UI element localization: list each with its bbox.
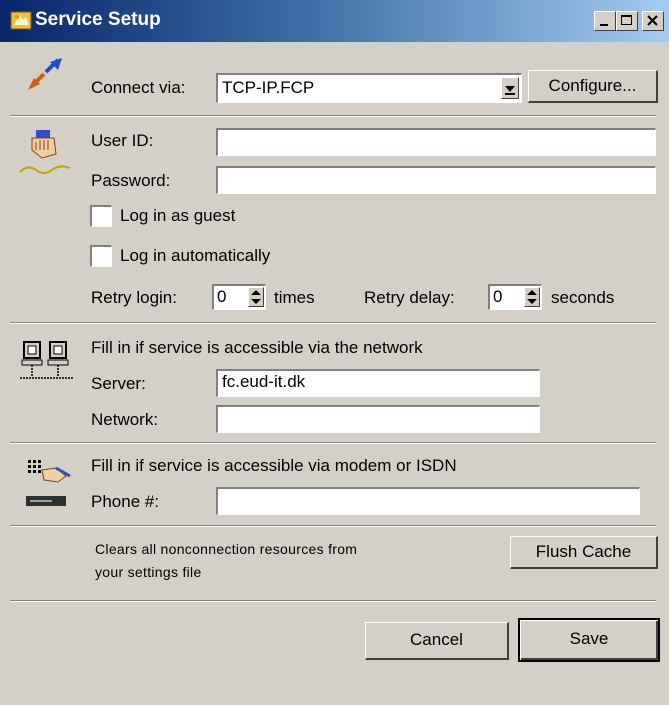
minimize-button[interactable] bbox=[594, 11, 616, 31]
retry-login-stepper[interactable]: 0 bbox=[212, 284, 266, 310]
retry-delay-stepper[interactable]: 0 bbox=[488, 284, 542, 310]
password-label: Password: bbox=[91, 171, 171, 190]
retry-delay-unit: seconds bbox=[551, 288, 615, 307]
spin-arrows-icon bbox=[527, 290, 537, 304]
close-icon bbox=[647, 15, 658, 26]
cache-description-line2: your settings file bbox=[95, 564, 202, 580]
cache-description-line1: Clears all nonconnection resources from bbox=[95, 541, 358, 557]
network-field[interactable] bbox=[216, 405, 540, 433]
spin-arrows-icon bbox=[251, 290, 261, 304]
user-id-field[interactable] bbox=[216, 128, 656, 156]
retry-login-unit: times bbox=[274, 288, 315, 307]
guest-checkbox[interactable] bbox=[90, 205, 112, 227]
connect-via-value: TCP-IP.FCP bbox=[222, 78, 315, 97]
divider bbox=[10, 600, 656, 602]
phone-label: Phone #: bbox=[91, 492, 160, 511]
retry-delay-value: 0 bbox=[493, 287, 503, 306]
retry-login-spin-button[interactable] bbox=[248, 287, 264, 307]
configure-button[interactable]: Configure... bbox=[528, 70, 658, 103]
divider bbox=[10, 115, 656, 117]
minimize-icon bbox=[600, 24, 608, 26]
user-hand-icon bbox=[18, 128, 72, 176]
network-label: Network: bbox=[91, 410, 159, 429]
server-label: Server: bbox=[91, 374, 146, 393]
divider bbox=[10, 322, 656, 324]
connection-arrows-icon bbox=[26, 56, 66, 92]
connect-via-select[interactable]: TCP-IP.FCP bbox=[216, 73, 522, 103]
retry-login-label: Retry login: bbox=[91, 288, 177, 307]
dropdown-button[interactable] bbox=[501, 77, 519, 99]
server-field[interactable]: fc.eud-it.dk bbox=[216, 369, 540, 397]
auto-login-checkbox[interactable] bbox=[90, 245, 112, 267]
app-icon bbox=[10, 9, 32, 31]
chevron-down-icon bbox=[505, 86, 515, 95]
maximize-icon bbox=[621, 15, 632, 25]
retry-delay-spin-button[interactable] bbox=[524, 287, 540, 307]
maximize-button[interactable] bbox=[616, 11, 638, 31]
retry-login-value: 0 bbox=[217, 287, 227, 306]
modem-hint: Fill in if service is accessible via mod… bbox=[91, 456, 457, 475]
connect-via-label: Connect via: bbox=[91, 78, 186, 97]
flush-cache-button[interactable]: Flush Cache bbox=[510, 536, 658, 569]
save-button[interactable]: Save bbox=[518, 618, 660, 662]
close-button[interactable] bbox=[642, 11, 664, 31]
password-field[interactable] bbox=[216, 166, 656, 194]
phone-field[interactable] bbox=[216, 487, 640, 515]
user-id-label: User ID: bbox=[91, 131, 154, 150]
divider bbox=[10, 525, 656, 527]
network-computers-icon bbox=[18, 338, 78, 388]
modem-phone-icon bbox=[22, 456, 82, 512]
network-hint: Fill in if service is accessible via the… bbox=[91, 338, 423, 357]
auto-login-label[interactable]: Log in automatically bbox=[120, 246, 270, 266]
cancel-button[interactable]: Cancel bbox=[365, 622, 509, 660]
window-title: Service Setup bbox=[35, 9, 161, 30]
divider bbox=[10, 442, 656, 444]
retry-delay-label: Retry delay: bbox=[364, 288, 455, 307]
guest-label[interactable]: Log in as guest bbox=[120, 206, 235, 226]
